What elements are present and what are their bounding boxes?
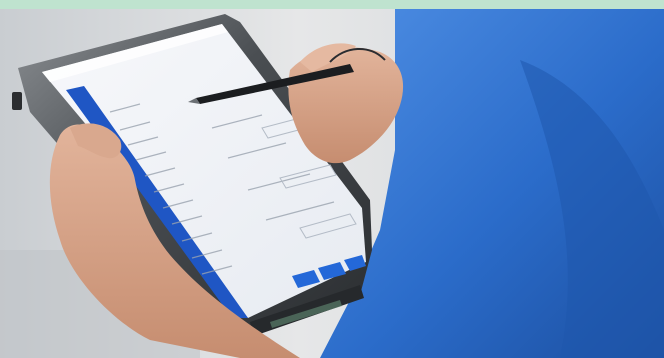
tablet-side-button: [12, 92, 22, 110]
photo-scene: [0, 9, 664, 358]
